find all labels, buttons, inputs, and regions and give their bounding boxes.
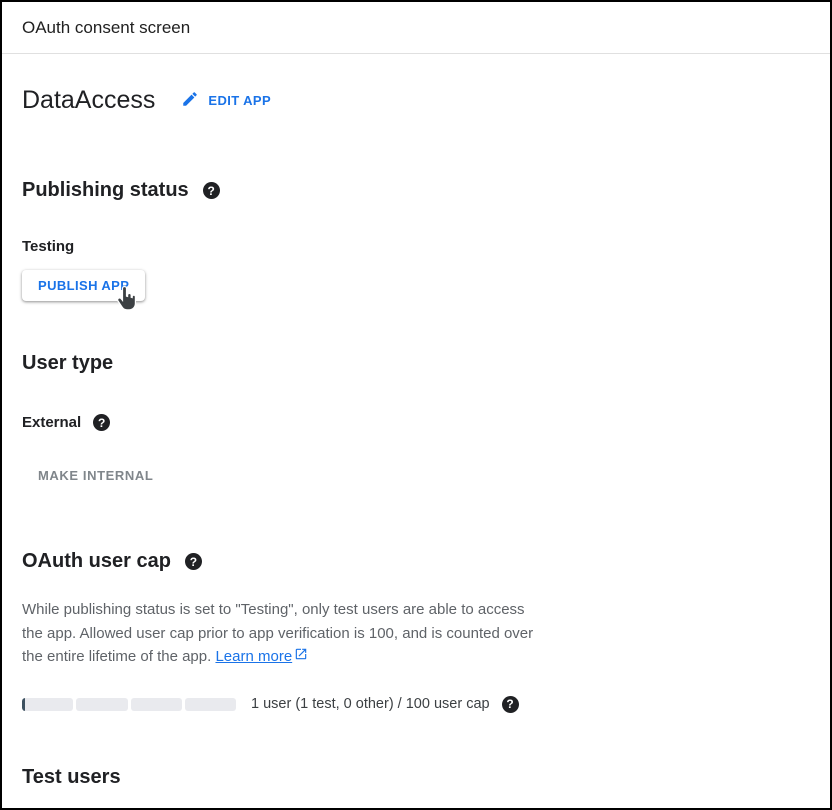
external-link-icon <box>294 645 308 669</box>
oauth-consent-page: OAuth consent screen DataAccess EDIT APP… <box>0 0 832 810</box>
help-glyph: ? <box>208 184 215 198</box>
publish-app-button-wrap: PUBLISH APP <box>22 270 145 301</box>
user-type-value: External <box>22 415 81 431</box>
user-type-value-row: External ? <box>22 414 810 431</box>
progress-segment <box>22 698 73 711</box>
make-internal-button[interactable]: MAKE INTERNAL <box>38 468 153 483</box>
user-cap-usage-text: 1 user (1 test, 0 other) / 100 user cap <box>251 696 490 713</box>
test-users-section: Test users <box>22 766 810 789</box>
pencil-icon <box>181 90 199 111</box>
publishing-status-section: Publishing status ? Testing PUBLISH APP <box>22 179 810 301</box>
app-name: DataAccess <box>22 85 155 115</box>
help-icon[interactable]: ? <box>185 553 202 570</box>
help-icon[interactable]: ? <box>203 182 220 199</box>
help-glyph: ? <box>98 416 105 430</box>
app-title-row: DataAccess EDIT APP <box>22 85 810 115</box>
publishing-status-heading-row: Publishing status ? <box>22 179 810 202</box>
learn-more-label: Learn more <box>215 645 292 669</box>
help-glyph: ? <box>506 697 513 711</box>
user-type-heading-text: User type <box>22 352 113 374</box>
page-title: OAuth consent screen <box>22 18 190 38</box>
main-content: DataAccess EDIT APP Publishing status ? … <box>2 85 830 789</box>
help-glyph: ? <box>190 555 197 569</box>
publishing-status-value: Testing <box>22 239 810 254</box>
edit-app-label: EDIT APP <box>208 93 271 108</box>
user-cap-description-line: the entire lifetime of the app. <box>22 648 211 665</box>
help-icon[interactable]: ? <box>93 414 110 431</box>
progress-segment <box>131 698 182 711</box>
user-cap-description-line: While publishing status is set to "Testi… <box>22 598 810 622</box>
progress-segment <box>76 698 127 711</box>
user-type-heading: User type <box>22 352 113 375</box>
learn-more-link[interactable]: Learn more <box>215 645 308 669</box>
user-cap-description-line: the app. Allowed user cap prior to app v… <box>22 622 810 646</box>
progress-segment <box>185 698 236 711</box>
page-header: OAuth consent screen <box>2 2 830 54</box>
publish-app-button[interactable]: PUBLISH APP <box>22 270 145 301</box>
user-type-heading-row: User type <box>22 352 810 375</box>
user-type-section: User type External ? MAKE INTERNAL <box>22 352 810 485</box>
user-cap-description: While publishing status is set to "Testi… <box>22 598 810 669</box>
publishing-status-heading-text: Publishing status <box>22 179 189 201</box>
user-cap-progress-bar <box>22 698 236 711</box>
oauth-user-cap-section: OAuth user cap ? While publishing status… <box>22 550 810 713</box>
oauth-user-cap-heading-row: OAuth user cap ? <box>22 550 810 573</box>
user-cap-progress-fill <box>22 698 25 711</box>
test-users-heading-text: Test users <box>22 766 121 788</box>
oauth-user-cap-heading: OAuth user cap <box>22 550 171 573</box>
help-icon[interactable]: ? <box>502 696 519 713</box>
test-users-heading: Test users <box>22 766 810 789</box>
oauth-user-cap-heading-text: OAuth user cap <box>22 550 171 572</box>
user-cap-usage-row: 1 user (1 test, 0 other) / 100 user cap … <box>22 696 810 713</box>
edit-app-button[interactable]: EDIT APP <box>181 90 271 111</box>
publishing-status-heading: Publishing status <box>22 179 189 202</box>
